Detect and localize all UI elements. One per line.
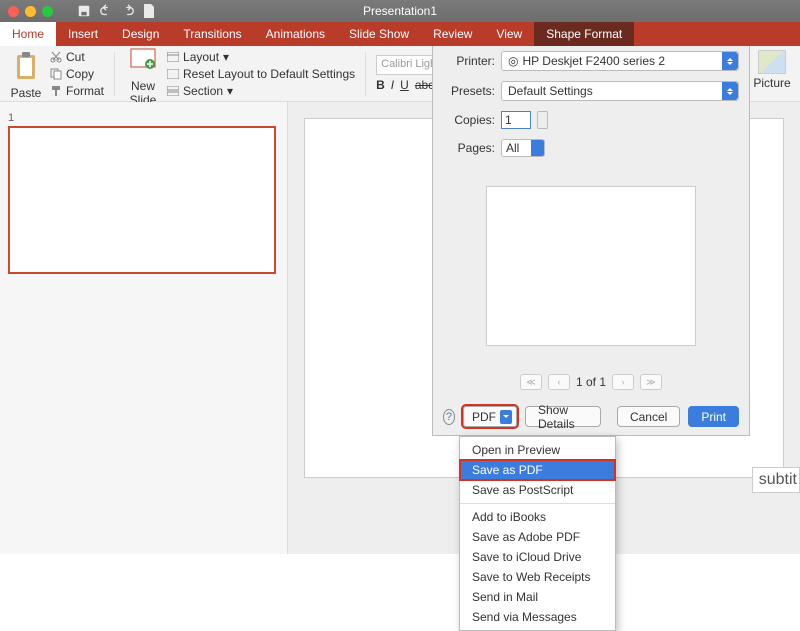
next-page-button[interactable]: › <box>612 374 634 390</box>
menu-save-to-icloud[interactable]: Save to iCloud Drive <box>460 547 615 567</box>
paste-group[interactable]: Paste <box>8 48 44 100</box>
slide-thumbnails-panel: 1 <box>0 102 288 554</box>
combo-arrows-icon <box>722 52 738 70</box>
save-icon[interactable] <box>77 4 91 18</box>
tab-slideshow[interactable]: Slide Show <box>337 22 421 46</box>
tab-shape-format[interactable]: Shape Format <box>534 22 634 46</box>
layout-icon <box>167 52 179 62</box>
presets-combo[interactable]: Default Settings <box>501 81 739 101</box>
last-page-button[interactable]: ≫ <box>640 374 662 390</box>
menu-separator <box>460 503 615 504</box>
picture-label: Picture <box>753 76 790 90</box>
pdf-context-menu: Open in Preview Save as PDF Save as Post… <box>459 436 616 631</box>
pdf-dropdown-button[interactable]: PDF <box>463 406 517 427</box>
separator <box>365 52 366 96</box>
menu-send-via-messages[interactable]: Send via Messages <box>460 607 615 627</box>
document-title: Presentation1 <box>363 4 437 18</box>
tab-transitions[interactable]: Transitions <box>171 22 253 46</box>
copies-input[interactable] <box>501 111 531 129</box>
print-button[interactable]: Print <box>688 406 739 427</box>
combo-arrow-icon <box>531 140 544 156</box>
ribbon-tabs: Home Insert Design Transitions Animation… <box>0 22 800 46</box>
presets-label: Presets: <box>443 84 495 98</box>
separator <box>114 52 115 96</box>
menu-save-to-web-receipts[interactable]: Save to Web Receipts <box>460 567 615 587</box>
pages-combo[interactable]: All <box>501 139 545 157</box>
close-window-icon[interactable] <box>8 6 19 17</box>
cancel-button[interactable]: Cancel <box>617 406 680 427</box>
page-navigator: ≪ ‹ 1 of 1 › ≫ <box>433 374 749 390</box>
menu-save-as-adobe-pdf[interactable]: Save as Adobe PDF <box>460 527 615 547</box>
pdf-label: PDF <box>472 410 496 424</box>
page-indicator: 1 of 1 <box>576 375 606 389</box>
copy-button[interactable]: Copy <box>50 67 104 81</box>
menu-send-in-mail[interactable]: Send in Mail <box>460 587 615 607</box>
tab-view[interactable]: View <box>484 22 534 46</box>
copy-icon <box>50 68 62 80</box>
new-slide-button[interactable]: New Slide <box>125 41 161 107</box>
thumb-number: 1 <box>8 112 14 124</box>
copies-stepper[interactable] <box>537 111 548 129</box>
minimize-window-icon[interactable] <box>25 6 36 17</box>
scissors-icon <box>50 51 62 63</box>
menu-open-in-preview[interactable]: Open in Preview <box>460 440 615 460</box>
printer-label: Printer: <box>443 54 495 68</box>
tab-review[interactable]: Review <box>421 22 484 46</box>
pages-value: All <box>506 141 519 155</box>
clipboard-icon <box>14 52 38 80</box>
tab-home[interactable]: Home <box>0 22 56 46</box>
print-preview <box>486 186 696 346</box>
reset-icon <box>167 69 179 79</box>
picture-icon <box>758 50 786 74</box>
italic-button[interactable]: I <box>391 78 394 92</box>
bold-button[interactable]: B <box>376 78 385 92</box>
paste-label: Paste <box>11 86 42 100</box>
show-details-button[interactable]: Show Details <box>525 406 601 427</box>
pages-label: Pages: <box>443 141 495 155</box>
tab-insert[interactable]: Insert <box>56 22 110 46</box>
cut-button[interactable]: Cut <box>50 50 104 64</box>
print-dialog: Printer: ◎HP Deskjet F2400 series 2 Pres… <box>432 46 750 436</box>
redo-icon[interactable] <box>121 4 135 18</box>
menu-save-as-postscript[interactable]: Save as PostScript <box>460 480 615 500</box>
slide-thumbnail-1[interactable] <box>8 126 276 274</box>
menu-add-to-ibooks[interactable]: Add to iBooks <box>460 507 615 527</box>
brush-icon <box>50 85 62 97</box>
window-titlebar: Presentation1 <box>0 0 800 22</box>
quick-access-toolbar <box>77 4 155 18</box>
first-page-button[interactable]: ≪ <box>520 374 542 390</box>
copies-label: Copies: <box>443 113 495 127</box>
undo-icon[interactable] <box>99 4 113 18</box>
section-icon <box>167 86 179 96</box>
section-button[interactable]: Section ▾ <box>167 84 355 98</box>
chevron-down-icon <box>500 410 512 424</box>
help-button[interactable]: ? <box>443 409 455 425</box>
presets-value: Default Settings <box>508 84 593 98</box>
prev-page-button[interactable]: ‹ <box>548 374 570 390</box>
picture-button[interactable]: Picture <box>752 50 792 90</box>
tab-animations[interactable]: Animations <box>254 22 337 46</box>
new-doc-icon[interactable] <box>143 4 155 18</box>
menu-save-as-pdf[interactable]: Save as PDF <box>460 460 615 480</box>
printer-value: HP Deskjet F2400 series 2 <box>522 54 665 68</box>
layout-button[interactable]: Layout ▾ <box>167 50 355 64</box>
printer-combo[interactable]: ◎HP Deskjet F2400 series 2 <box>501 51 739 71</box>
reset-layout-button[interactable]: Reset Layout to Default Settings <box>167 67 355 81</box>
new-slide-icon <box>130 48 156 70</box>
underline-button[interactable]: U <box>400 78 409 92</box>
subtitle-placeholder-fragment[interactable]: subtit <box>752 467 800 493</box>
zoom-window-icon[interactable] <box>42 6 53 17</box>
format-painter-button[interactable]: Format <box>50 84 104 98</box>
combo-arrows-icon <box>722 82 738 100</box>
